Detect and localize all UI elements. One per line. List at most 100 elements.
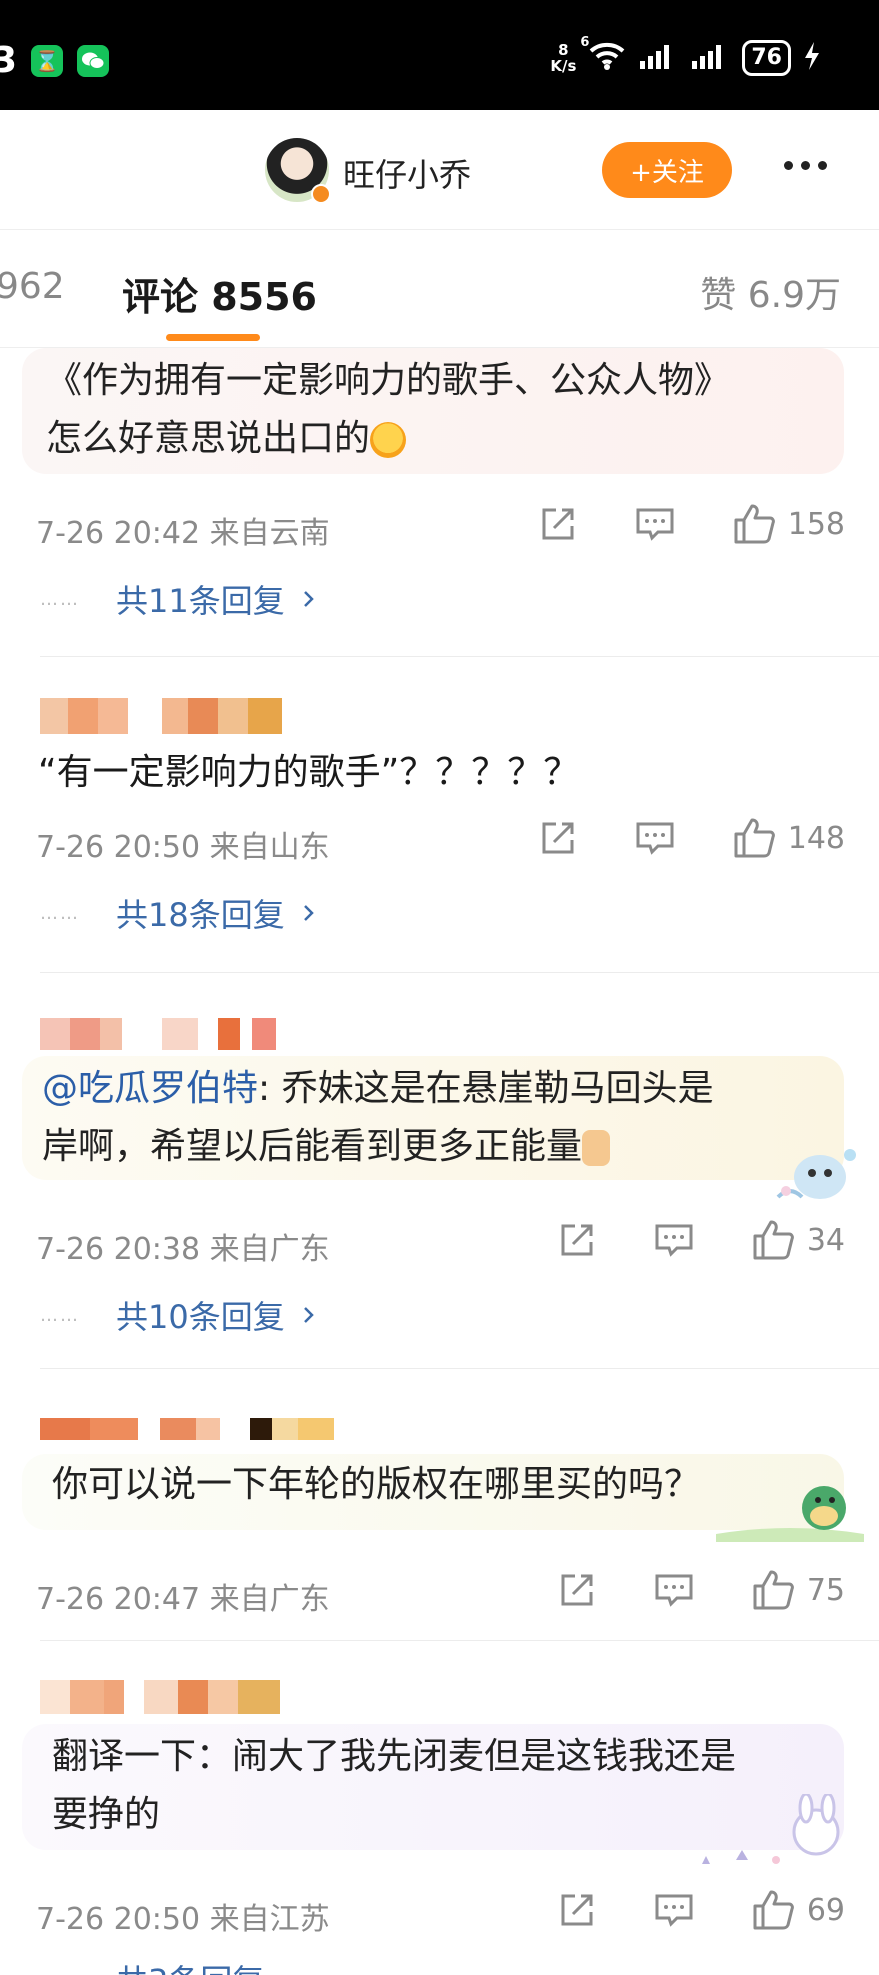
dinosaur-sticker-icon [716,1462,864,1542]
comment-text: 你可以说一下年轮的版权在哪里买的吗？ [52,1464,701,1505]
mention-link[interactable]: @吃瓜罗伯特 [42,1068,258,1109]
wifi-icon: 6 [580,35,626,75]
replies-count: 共18条回复 [116,896,285,934]
comment-icon[interactable] [653,1220,695,1260]
like-count: 69 [806,1892,845,1928]
comment-text-line: 怎么好意思说出口的 [46,418,371,459]
comment-actions: 158 [538,502,845,546]
like-button[interactable]: 34 [751,1218,845,1262]
comment-meta: 7-26 20:42 来自云南 [36,516,330,551]
author-name[interactable]: 旺仔小乔 [343,150,471,196]
wechat-icon [77,44,110,77]
tab-active-indicator [166,334,260,341]
comment-meta: 7-26 20:50 来自山东 [36,830,330,865]
like-button[interactable]: 69 [751,1888,845,1932]
reply-dots: …… [40,588,80,610]
view-replies-link[interactable]: …… 共18条回复 [40,890,321,936]
signal-icon-2 [690,41,730,75]
replies-count: 共10条回复 [116,1298,285,1336]
share-icon[interactable] [557,1220,597,1260]
status-bar-right: 8 K/s 6 76 [550,35,821,76]
comment-divider [40,656,879,657]
comment-item: 你可以说一下年轮的版权在哪里买的吗？ 7-26 20:47 来自广东 75 [0,1372,879,1642]
like-button[interactable]: 148 [732,816,845,860]
comment-meta: 7-26 20:47 来自广东 [36,1582,330,1617]
comment-meta: 7-26 20:50 来自江苏 [36,1902,330,1937]
status-bar: 3 ⌛ 8 K/s 6 76 [0,0,879,110]
chevron-right-icon [303,905,314,921]
dragon-sticker-icon [770,1141,862,1205]
view-replies-link[interactable]: …… 共11条回复 [40,576,321,622]
like-count: 75 [806,1572,845,1608]
network-speed: 8 K/s [550,42,576,74]
like-count: 148 [787,820,845,856]
reply-dots: …… [40,1969,80,1975]
commenter-name-blurred[interactable] [40,1418,334,1440]
comment-divider [40,1640,879,1641]
like-count: 158 [787,506,845,542]
chevron-right-icon [303,1307,314,1323]
tab-comments[interactable]: 评论 8556 [122,266,317,321]
commenter-name-blurred[interactable] [40,698,282,734]
network-speed-value: 8 [558,41,569,59]
share-icon[interactable] [538,818,578,858]
battery-indicator: 76 [742,40,791,76]
like-icon [753,1220,794,1260]
like-button[interactable]: 75 [751,1568,845,1612]
like-button[interactable]: 158 [732,502,845,546]
comment-icon[interactable] [634,504,676,544]
comment-text-line: 《作为拥有一定影响力的歌手、公众人物》 [46,360,731,401]
comment-divider [40,972,879,973]
reply-dots: …… [40,1304,80,1326]
commenter-name-blurred[interactable] [40,1680,280,1714]
comment-icon[interactable] [653,1570,695,1610]
comment-bubble[interactable]: 《作为拥有一定影响力的歌手、公众人物》 怎么好意思说出口的 [22,348,844,474]
share-icon[interactable] [557,1890,597,1930]
replies-count: 共3条回复 [116,1956,264,1975]
comment-text-line: : 乔妹这是在悬崖勒马回头是 [258,1068,714,1109]
tab-reposts[interactable]: 962 [0,266,65,307]
status-number: 3 [0,40,18,81]
share-icon[interactable] [538,504,578,544]
more-icon[interactable] [770,140,840,190]
comment-icon[interactable] [653,1890,695,1930]
comment-actions: 34 [557,1218,845,1262]
share-icon[interactable] [557,1570,597,1610]
charging-icon [803,41,821,75]
commenter-name-blurred[interactable] [40,1018,276,1050]
wifi-label: 6 [580,35,590,50]
hourglass-icon: ⌛ [31,44,64,77]
signal-icon [638,41,678,75]
view-replies-link[interactable]: …… 共10条回复 [40,1292,321,1338]
comment-item: @吃瓜罗伯特: 乔妹这是在悬崖勒马回头是 岸啊，希望以后能看到更多正能量 7-2… [0,976,879,1370]
like-icon [734,818,775,858]
chevron-right-icon [303,591,314,607]
status-bar-left: 3 ⌛ [0,40,110,81]
replies-count: 共11条回复 [116,582,285,620]
like-icon [734,504,775,544]
comment-actions: 69 [557,1888,845,1932]
like-count: 34 [806,1222,845,1258]
reply-dots: …… [40,902,80,924]
bunny-sticker-icon [696,1792,864,1874]
comment-text-line: 翻译一下：闹大了我先闭麦但是这钱我还是 [52,1736,737,1777]
comment-actions: 75 [557,1568,845,1612]
follow-button[interactable]: +关注 [602,142,732,198]
like-icon [753,1570,794,1610]
tab-likes[interactable]: 赞 6.9万 [700,266,841,318]
comment-text[interactable]: “有一定影响力的歌手”？？？？？ [38,744,579,802]
thumbs-up-emoji-icon [582,1130,611,1166]
comment-item: 翻译一下：闹大了我先闭麦但是这钱我还是 要挣的 7-26 20:50 来自江苏 … [0,1644,879,1975]
comment-text-line: 岸啊，希望以后能看到更多正能量 [42,1126,583,1167]
view-replies-link[interactable]: …… 共3条回复 [40,1956,264,1975]
comment-bubble[interactable]: @吃瓜罗伯特: 乔妹这是在悬崖勒马回头是 岸啊，希望以后能看到更多正能量 [22,1056,844,1180]
network-speed-unit: K/s [550,57,577,75]
comment-item: 《作为拥有一定影响力的歌手、公众人物》 怎么好意思说出口的 7-26 20:42… [0,348,879,658]
comment-actions: 148 [538,816,845,860]
comment-divider [40,1368,879,1369]
comment-icon[interactable] [634,818,676,858]
like-icon [753,1890,794,1930]
comment-meta: 7-26 20:38 来自广东 [36,1232,330,1267]
post-header: 旺仔小乔 +关注 [0,110,879,230]
laughing-emoji-icon [370,422,407,458]
